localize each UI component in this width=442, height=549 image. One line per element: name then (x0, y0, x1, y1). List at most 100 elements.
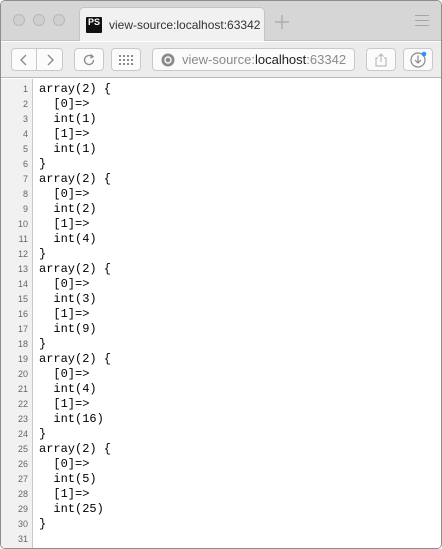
reload-icon (83, 53, 95, 65)
source-code-text: array(2) { (39, 442, 112, 456)
source-line: 23 int(16) (1, 412, 441, 427)
source-code-text: [1]=> (39, 487, 90, 501)
source-line: 14 [0]=> (1, 277, 441, 292)
source-line: 16 [1]=> (1, 307, 441, 322)
source-code-text: int(1) (39, 112, 97, 126)
source-line: 17 int(9) (1, 322, 441, 337)
source-code-text: array(2) { (39, 82, 112, 96)
chevron-left-icon (20, 54, 27, 65)
line-number: 29 (17, 504, 28, 514)
line-number: 6 (22, 159, 28, 169)
line-number: 19 (17, 354, 28, 364)
download-icon (410, 51, 427, 68)
line-number: 15 (17, 294, 28, 304)
line-number: 7 (22, 174, 28, 184)
source-line: 21 int(4) (1, 382, 441, 397)
source-line: 3 int(1) (1, 112, 441, 127)
address-scheme: view-source: (182, 52, 255, 67)
source-line: 12} (1, 247, 441, 262)
source-code-text: int(25) (39, 502, 104, 516)
source-line: 25 array(2) { (1, 442, 441, 457)
source-line: 28 [1]=> (1, 487, 441, 502)
source-line: 26 [0]=> (1, 457, 441, 472)
source-code-text: int(16) (39, 412, 104, 426)
source-line: 11 int(4) (1, 232, 441, 247)
tab-title: view-source:localhost:63342 (109, 17, 261, 32)
reload-button[interactable] (74, 48, 104, 71)
source-code-text: int(9) (39, 322, 97, 336)
line-number: 27 (17, 474, 28, 484)
source-line: 10 [1]=> (1, 217, 441, 232)
source-line: 18} (1, 337, 441, 352)
source-code-text: int(4) (39, 232, 97, 246)
address-host: localhost (254, 52, 307, 67)
source-line: 8 [0]=> (1, 187, 441, 202)
line-number: 8 (22, 189, 28, 199)
line-number: 3 (22, 114, 28, 124)
source-code-text: } (39, 157, 47, 171)
source-code-text: int(3) (39, 292, 97, 306)
source-line: 24} (1, 427, 441, 442)
line-number: 13 (17, 264, 28, 274)
share-button[interactable] (366, 48, 396, 71)
line-number: 11 (18, 234, 28, 244)
back-button[interactable] (11, 48, 37, 71)
source-code-text: int(2) (39, 202, 97, 216)
phpstorm-icon: PS (86, 16, 102, 33)
source-line: 31 (1, 532, 441, 547)
browser-window: PS view-source:localhost:63342 view-sour… (0, 0, 442, 549)
source-line: 22 [1]=> (1, 397, 441, 412)
source-line: 30} (1, 517, 441, 532)
close-window-button[interactable] (13, 14, 25, 26)
site-info-icon (161, 53, 175, 66)
line-number: 18 (17, 339, 28, 349)
source-code-text: [0]=> (39, 187, 90, 201)
source-code-text: } (39, 247, 47, 261)
source-code-text: } (39, 337, 47, 351)
browser-tab[interactable]: PS view-source:localhost:63342 (79, 7, 265, 41)
source-code-text: [0]=> (39, 367, 90, 381)
source-code-text: [1]=> (39, 217, 90, 231)
line-number: 26 (17, 459, 28, 469)
grid-icon (119, 54, 133, 65)
source-line: 2 [0]=> (1, 97, 441, 112)
line-number: 22 (17, 399, 28, 409)
source-line: 19 array(2) { (1, 352, 441, 367)
source-view[interactable]: 1 array(2) {2 [0]=> 3 int(1) 4 [1]=> 5 int(1… (1, 79, 441, 548)
source-code-text: int(5) (39, 472, 97, 486)
source-line: 20 [0]=> (1, 367, 441, 382)
source-line: 6} (1, 157, 441, 172)
zoom-window-button[interactable] (53, 14, 65, 26)
line-number: 21 (17, 384, 28, 394)
downloads-button[interactable] (403, 48, 433, 71)
source-code-text: int(1) (39, 142, 97, 156)
minimize-window-button[interactable] (33, 14, 45, 26)
address-port: :63342 (306, 52, 347, 67)
source-code-text: [1]=> (39, 397, 90, 411)
share-icon (375, 52, 387, 67)
source-line: 4 [1]=> (1, 127, 441, 142)
plus-icon (275, 15, 289, 29)
forward-button[interactable] (37, 48, 63, 71)
line-number: 14 (17, 279, 28, 289)
address-text: view-source:localhost:63342 (182, 52, 346, 67)
top-sites-button[interactable] (111, 48, 141, 71)
source-line: 27 int(5) (1, 472, 441, 487)
title-bar: PS view-source:localhost:63342 (1, 1, 441, 41)
line-number: 2 (22, 99, 28, 109)
source-code-text: [0]=> (39, 277, 90, 291)
source-code-text: [0]=> (39, 97, 90, 111)
source-code-text: array(2) { (39, 262, 112, 276)
tab-overview-button[interactable] (415, 15, 429, 27)
source-code-text: [0]=> (39, 457, 90, 471)
line-number: 31 (17, 534, 28, 544)
source-line: 15 int(3) (1, 292, 441, 307)
source-code-text: int(4) (39, 382, 97, 396)
line-number: 5 (22, 144, 28, 154)
new-tab-button[interactable] (271, 11, 293, 33)
address-bar[interactable]: view-source:localhost:63342 (152, 48, 355, 71)
source-lines: 1 array(2) {2 [0]=> 3 int(1) 4 [1]=> 5 int(1… (1, 82, 441, 547)
line-number: 24 (17, 429, 28, 439)
source-line: 13 array(2) { (1, 262, 441, 277)
line-number: 17 (17, 324, 28, 334)
